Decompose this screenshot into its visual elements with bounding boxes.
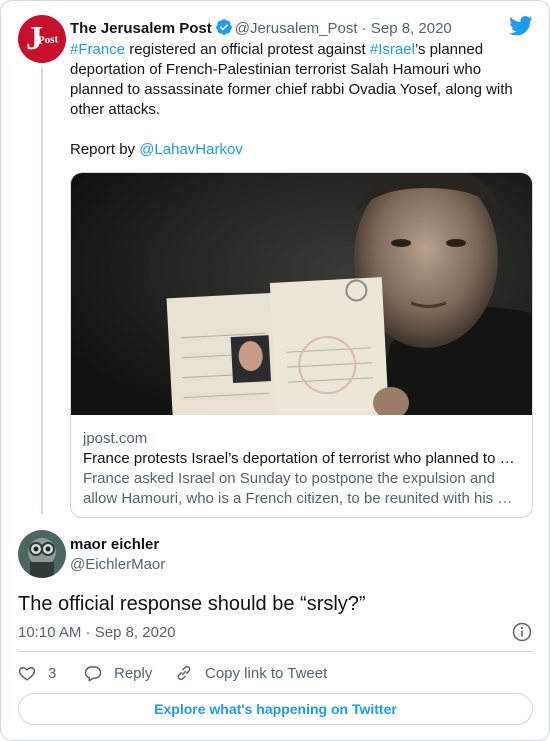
link-card-title: France protests Israel’s deportation of … xyxy=(83,450,515,467)
jpost-logo-icon[interactable]: J Post xyxy=(18,15,66,63)
reply-icon xyxy=(84,666,102,682)
tweet-embed-card: J Post The Jerusalem Post @Jerusalem_Post… xyxy=(0,0,550,741)
hashtag-france-link[interactable]: #France xyxy=(70,41,125,58)
link-card-description-line-1: France asked Israel on Sunday to postpon… xyxy=(83,470,495,487)
link-card-description-line-2: allow Hamouri, who is a French citizen, … xyxy=(83,490,513,507)
mention-lahav-link[interactable]: @LahavHarkov xyxy=(139,141,243,158)
parent-author-handle[interactable]: @Jerusalem_Post xyxy=(235,20,358,37)
link-card-meta: jpost.com France protests Israel’s depor… xyxy=(83,429,521,509)
hashtag-israel-link[interactable]: #Israel xyxy=(370,41,415,58)
copy-link-button[interactable]: Copy link to Tweet xyxy=(175,662,327,684)
heart-icon xyxy=(18,666,36,681)
info-icon[interactable] xyxy=(512,622,532,647)
reply-author-name[interactable]: maor eichler xyxy=(70,536,159,554)
parent-tweet-text: #France registered an official protest a… xyxy=(70,41,513,158)
reply-label: Reply xyxy=(114,664,153,682)
link-card-domain: jpost.com xyxy=(83,430,148,447)
avatar[interactable] xyxy=(18,530,66,578)
thread-line xyxy=(41,67,43,514)
twitter-bird-icon[interactable] xyxy=(509,16,533,41)
reply-timestamp[interactable]: 10:10 AM · Sep 8, 2020 xyxy=(18,624,176,642)
like-count: 3 xyxy=(48,664,57,682)
parent-tweet-date[interactable]: Sep 8, 2020 xyxy=(371,20,452,37)
like-button[interactable]: 3 xyxy=(18,662,56,684)
link-preview-card[interactable]: jpost.com France protests Israel’s depor… xyxy=(70,172,533,518)
divider xyxy=(18,651,533,652)
article-photo xyxy=(71,173,532,415)
link-icon xyxy=(177,665,191,681)
explore-twitter-button[interactable]: Explore what's happening on Twitter xyxy=(18,693,533,725)
header-separator: · xyxy=(357,20,371,37)
parent-author-name[interactable]: The Jerusalem Post xyxy=(70,20,212,37)
reply-tweet-text: The official response should be “srsly?” xyxy=(18,593,366,615)
copy-link-label: Copy link to Tweet xyxy=(205,664,328,682)
reply-author-handle[interactable]: @EichlerMaor xyxy=(70,556,165,574)
verified-badge-icon xyxy=(215,18,233,41)
parent-tweet-header: The Jerusalem Post @Jerusalem_Post · Sep … xyxy=(70,18,452,41)
reply-button[interactable]: Reply xyxy=(84,662,152,684)
